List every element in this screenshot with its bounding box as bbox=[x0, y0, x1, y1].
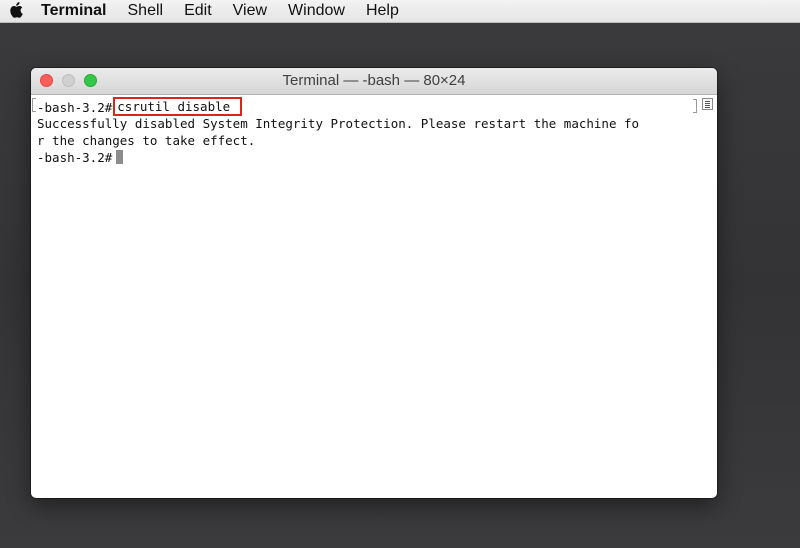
menu-shell[interactable]: Shell bbox=[128, 0, 164, 22]
prompt: -bash-3.2# bbox=[37, 100, 113, 115]
menu-window[interactable]: Window bbox=[288, 0, 345, 22]
command-line: -bash-3.2# csrutil disable bbox=[37, 97, 701, 116]
highlighted-command: csrutil disable bbox=[113, 97, 243, 116]
prompt: -bash-3.2# bbox=[37, 150, 113, 165]
output-line: Successfully disabled System Integrity P… bbox=[37, 116, 640, 131]
terminal-window: Terminal — -bash — 80×24 -bash-3.2# csrut… bbox=[31, 68, 717, 498]
text-cursor bbox=[116, 150, 124, 164]
terminal-content[interactable]: -bash-3.2# csrutil disable Successfully d… bbox=[31, 95, 701, 498]
menu-bar: Terminal Shell Edit View Window Help bbox=[0, 0, 800, 23]
window-title: Terminal — -bash — 80×24 bbox=[282, 72, 466, 89]
menu-edit[interactable]: Edit bbox=[184, 0, 212, 22]
apple-logo-icon[interactable] bbox=[9, 2, 23, 18]
mark-bracket-left bbox=[32, 98, 36, 112]
scroll-indicator-icon[interactable] bbox=[702, 98, 713, 110]
menu-help[interactable]: Help bbox=[366, 0, 399, 22]
menu-app-terminal[interactable]: Terminal bbox=[41, 0, 107, 22]
output-line: r the changes to take effect. bbox=[37, 133, 256, 148]
mark-bracket-right bbox=[693, 99, 697, 113]
menu-view[interactable]: View bbox=[233, 0, 267, 22]
prompt-line: -bash-3.2# bbox=[37, 149, 701, 166]
window-titlebar[interactable]: Terminal — -bash — 80×24 bbox=[31, 68, 717, 95]
